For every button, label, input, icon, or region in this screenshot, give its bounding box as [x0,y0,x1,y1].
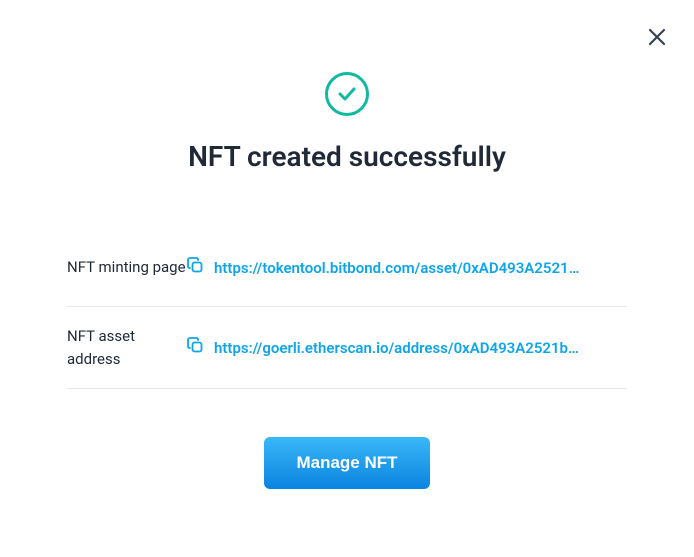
dialog-title: NFT created successfully [188,140,506,173]
close-icon [648,28,666,46]
minting-page-label: NFT minting page [67,256,187,279]
asset-address-label: NFT asset address [67,325,187,370]
close-button[interactable] [648,28,666,50]
dialog-content: NFT created successfully NFT minting pag… [0,0,694,489]
copy-icon[interactable] [187,337,204,358]
asset-address-row: NFT asset address https://goerli.ethersc… [67,307,627,389]
info-rows: NFT minting page https://tokentool.bitbo… [67,229,627,389]
success-icon [325,72,369,116]
asset-address-link[interactable]: https://goerli.etherscan.io/address/0xAD… [214,339,579,357]
minting-page-link[interactable]: https://tokentool.bitbond.com/asset/0xAD… [214,259,579,277]
asset-address-link-wrap: https://goerli.etherscan.io/address/0xAD… [187,337,579,358]
minting-page-row: NFT minting page https://tokentool.bitbo… [67,229,627,307]
manage-nft-button[interactable]: Manage NFT [264,437,429,489]
copy-icon[interactable] [187,257,204,278]
minting-page-link-wrap: https://tokentool.bitbond.com/asset/0xAD… [187,257,579,278]
